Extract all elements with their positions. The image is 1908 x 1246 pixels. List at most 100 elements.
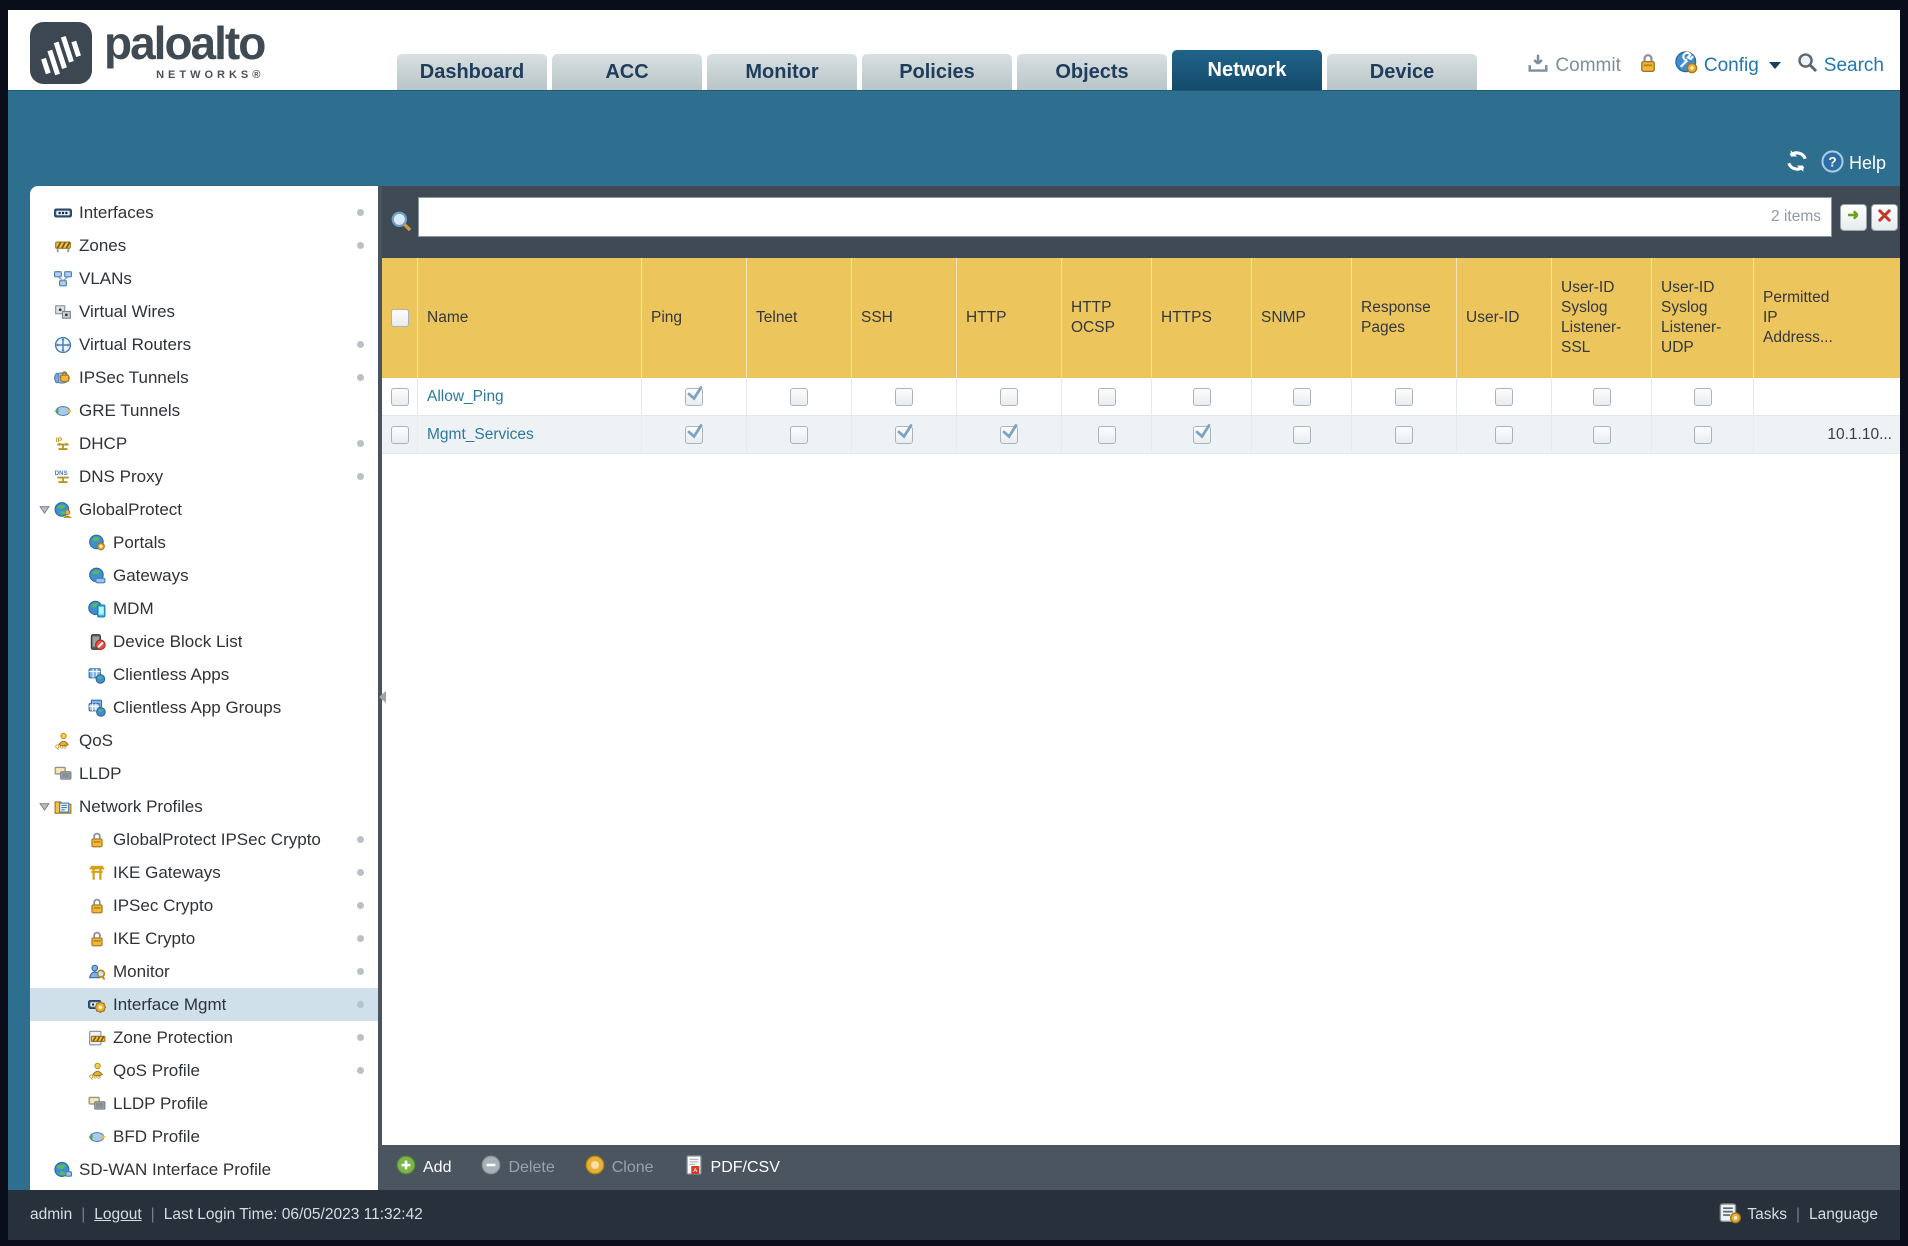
network-profiles-icon: [54, 798, 72, 816]
commit-button[interactable]: Commit: [1527, 52, 1621, 80]
tab-device[interactable]: Device: [1327, 54, 1477, 90]
column-header-permitted-ip[interactable]: Permitted IP Address...: [1754, 258, 1900, 378]
column-header-ssh[interactable]: SSH: [852, 258, 957, 378]
profile-link[interactable]: Mgmt_Services: [427, 426, 534, 444]
tab-objects[interactable]: Objects: [1017, 54, 1167, 90]
sidebar-item-gateways[interactable]: Gateways: [30, 559, 378, 592]
checkbox-response-pages-unchecked[interactable]: [1395, 425, 1413, 444]
sidebar-item-zone-protection[interactable]: Zone Protection: [30, 1021, 378, 1054]
column-header-user-id[interactable]: User-ID: [1457, 258, 1552, 378]
column-header-telnet[interactable]: Telnet: [747, 258, 852, 378]
ssh-cell: [852, 378, 957, 415]
sidebar-item-ipsec-crypto[interactable]: IPSec Crypto: [30, 889, 378, 922]
column-header-response-pages[interactable]: Response Pages: [1352, 258, 1457, 378]
checkbox-http-ocsp-unchecked[interactable]: [1097, 425, 1116, 444]
checkbox-http-ocsp-unchecked[interactable]: [1097, 387, 1116, 406]
checkbox-snmp-unchecked[interactable]: [1292, 387, 1311, 406]
checkbox-http-unchecked[interactable]: [1000, 387, 1018, 406]
sidebar-item-lldp-profile[interactable]: LLDP Profile: [30, 1087, 378, 1120]
logout-link[interactable]: Logout: [94, 1206, 141, 1224]
apply-filter-button[interactable]: [1840, 204, 1867, 231]
sidebar-item-portals[interactable]: Portals: [30, 526, 378, 559]
config-lock-icon[interactable]: [1637, 52, 1659, 80]
tab-network[interactable]: Network: [1172, 50, 1322, 90]
expander-triangle-icon[interactable]: [34, 503, 54, 516]
tab-acc[interactable]: ACC: [552, 54, 702, 90]
global-search-button[interactable]: Search: [1797, 52, 1884, 79]
checkbox-user-id-syslog-listener-ssl-unchecked[interactable]: [1592, 387, 1611, 406]
refresh-icon[interactable]: [1785, 149, 1809, 178]
table-row: Allow_Ping: [382, 378, 1900, 416]
checkbox-user-id-unchecked[interactable]: [1495, 387, 1513, 406]
sidebar-collapse-handle[interactable]: [379, 691, 386, 703]
column-header-ping[interactable]: Ping: [642, 258, 747, 378]
sidebar-item-bfd-profile[interactable]: BFD Profile: [30, 1120, 378, 1153]
select-all-checkbox[interactable]: [390, 309, 409, 327]
checkbox-user-id-syslog-listener-udp-unchecked[interactable]: [1693, 425, 1712, 444]
checkbox-ping-checked[interactable]: [685, 423, 703, 444]
sidebar-item-device-block-list[interactable]: Device Block List: [30, 625, 378, 658]
checkbox-telnet-unchecked[interactable]: [790, 387, 808, 406]
column-header-snmp[interactable]: SNMP: [1252, 258, 1352, 378]
clear-filter-button[interactable]: [1871, 204, 1898, 231]
checkbox-snmp-unchecked[interactable]: [1292, 425, 1311, 444]
tab-dashboard[interactable]: Dashboard: [397, 54, 547, 90]
checkbox-user-id-syslog-listener-ssl-unchecked[interactable]: [1592, 425, 1611, 444]
sidebar-item-zones[interactable]: Zones: [30, 229, 378, 262]
sidebar-item-virtual-routers[interactable]: Virtual Routers: [30, 328, 378, 361]
tab-monitor[interactable]: Monitor: [707, 54, 857, 90]
sidebar-item-vlans[interactable]: VLANs: [30, 262, 378, 295]
sidebar-item-globalprotect[interactable]: GlobalProtect: [30, 493, 378, 526]
filter-input[interactable]: [419, 208, 1772, 226]
sidebar-item-network-profiles[interactable]: Network Profiles: [30, 790, 378, 823]
pdf-csv-button[interactable]: A PDF/CSV: [684, 1155, 780, 1180]
sidebar-item-ipsec-tunnels[interactable]: IPSec Tunnels: [30, 361, 378, 394]
row-select-checkbox[interactable]: [390, 387, 409, 406]
column-header-name[interactable]: Name: [418, 258, 642, 378]
column-header-https[interactable]: HTTPS: [1152, 258, 1252, 378]
checkbox-ssh-unchecked[interactable]: [895, 387, 913, 406]
checkbox-http-checked[interactable]: [1000, 423, 1018, 444]
sidebar-item-interface-mgmt[interactable]: Interface Mgmt: [30, 988, 378, 1021]
checkbox-user-id-syslog-listener-udp-unchecked[interactable]: [1693, 387, 1712, 406]
sidebar-item-lldp[interactable]: LLDP: [30, 757, 378, 790]
tab-policies[interactable]: Policies: [862, 54, 1012, 90]
sidebar-item-monitor[interactable]: Monitor: [30, 955, 378, 988]
checkbox-response-pages-unchecked[interactable]: [1395, 387, 1413, 406]
column-header-http-ocsp[interactable]: HTTP OCSP: [1062, 258, 1152, 378]
checkbox-ping-checked[interactable]: [685, 385, 703, 406]
sidebar-item-dhcp[interactable]: IP DHCP: [30, 427, 378, 460]
checkbox-user-id-unchecked[interactable]: [1495, 425, 1513, 444]
expander-triangle-icon[interactable]: [34, 800, 54, 813]
row-select-checkbox[interactable]: [390, 425, 409, 444]
checkbox-ssh-checked[interactable]: [895, 423, 913, 444]
sidebar-item-ike-crypto[interactable]: IKE Crypto: [30, 922, 378, 955]
sidebar-item-ike-gateways[interactable]: IKE Gateways: [30, 856, 378, 889]
column-header-user-id-syslog-listener-ssl[interactable]: User-ID Syslog Listener-SSL: [1552, 258, 1652, 378]
checkbox-telnet-unchecked[interactable]: [790, 425, 808, 444]
checkbox-https-unchecked[interactable]: [1192, 387, 1211, 406]
portals-icon: [88, 534, 106, 552]
tasks-button[interactable]: Tasks: [1719, 1202, 1787, 1229]
toolbar-button-label: PDF/CSV: [710, 1158, 780, 1176]
sidebar-item-clientless-app-groups[interactable]: Clientless App Groups: [30, 691, 378, 724]
sidebar-item-interfaces[interactable]: Interfaces: [30, 196, 378, 229]
sidebar-item-sd-wan-interface-profile[interactable]: SD-WAN Interface Profile: [30, 1153, 378, 1186]
sidebar-item-dns-proxy[interactable]: DNS DNS Proxy: [30, 460, 378, 493]
config-menu-button[interactable]: Config: [1675, 51, 1781, 80]
sidebar-item-qos[interactable]: QoS QoS: [30, 724, 378, 757]
sidebar-item-qos-profile[interactable]: QoS QoS Profile: [30, 1054, 378, 1087]
sidebar-item-mdm[interactable]: MDM: [30, 592, 378, 625]
help-button[interactable]: ? Help: [1821, 149, 1886, 178]
sidebar-item-gre-tunnels[interactable]: GRE Tunnels: [30, 394, 378, 427]
sidebar-item-clientless-apps[interactable]: Clientless Apps: [30, 658, 378, 691]
column-header-user-id-syslog-listener-udp[interactable]: User-ID Syslog Listener-UDP: [1652, 258, 1754, 378]
language-button[interactable]: Language: [1809, 1206, 1878, 1224]
item-status-dot: [357, 836, 364, 843]
checkbox-https-checked[interactable]: [1192, 423, 1211, 444]
add-button[interactable]: Add: [396, 1155, 451, 1180]
sidebar-item-globalprotect-ipsec-crypto[interactable]: GlobalProtect IPSec Crypto: [30, 823, 378, 856]
sidebar-item-virtual-wires[interactable]: Virtual Wires: [30, 295, 378, 328]
profile-link[interactable]: Allow_Ping: [427, 388, 504, 406]
column-header-http[interactable]: HTTP: [957, 258, 1062, 378]
